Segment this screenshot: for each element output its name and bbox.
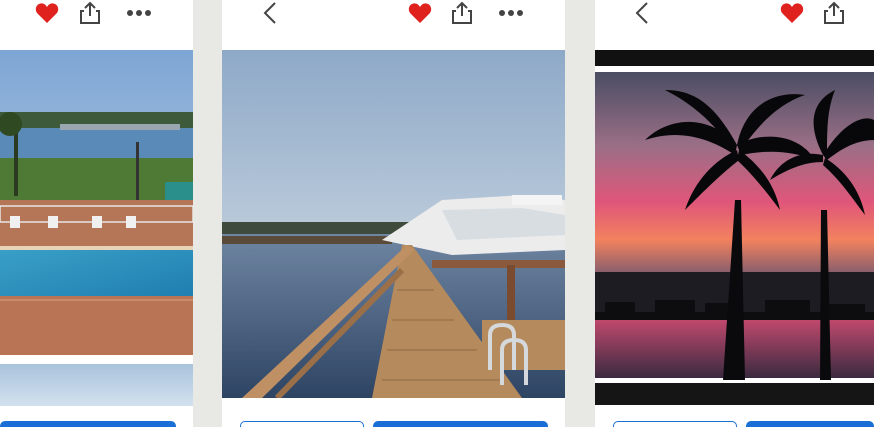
back-chevron-icon[interactable] [628,0,656,26]
top-bar [0,0,193,50]
heart-icon[interactable] [406,0,434,26]
call-button[interactable] [613,421,737,427]
heart-icon[interactable] [33,0,61,26]
sky-strip-photo[interactable] [0,364,193,406]
top-bar [595,0,874,50]
share-icon[interactable] [820,0,848,26]
pool-river-photo[interactable] [0,50,193,355]
listing-panel-right [595,0,874,427]
contact-button[interactable] [0,421,176,427]
share-icon[interactable] [76,0,104,26]
dock-marina-photo[interactable] [222,50,565,398]
share-icon[interactable] [448,0,476,26]
more-icon[interactable] [125,0,153,26]
back-chevron-icon[interactable] [256,0,284,26]
contact-button[interactable] [373,421,548,427]
listing-panel-center [222,0,565,427]
more-icon[interactable] [497,0,525,26]
listing-panel-left [0,0,193,427]
contact-button[interactable] [746,421,874,427]
palm-sunset-photo[interactable] [595,50,874,405]
call-button[interactable] [240,421,364,427]
heart-icon[interactable] [778,0,806,26]
top-bar [222,0,565,50]
